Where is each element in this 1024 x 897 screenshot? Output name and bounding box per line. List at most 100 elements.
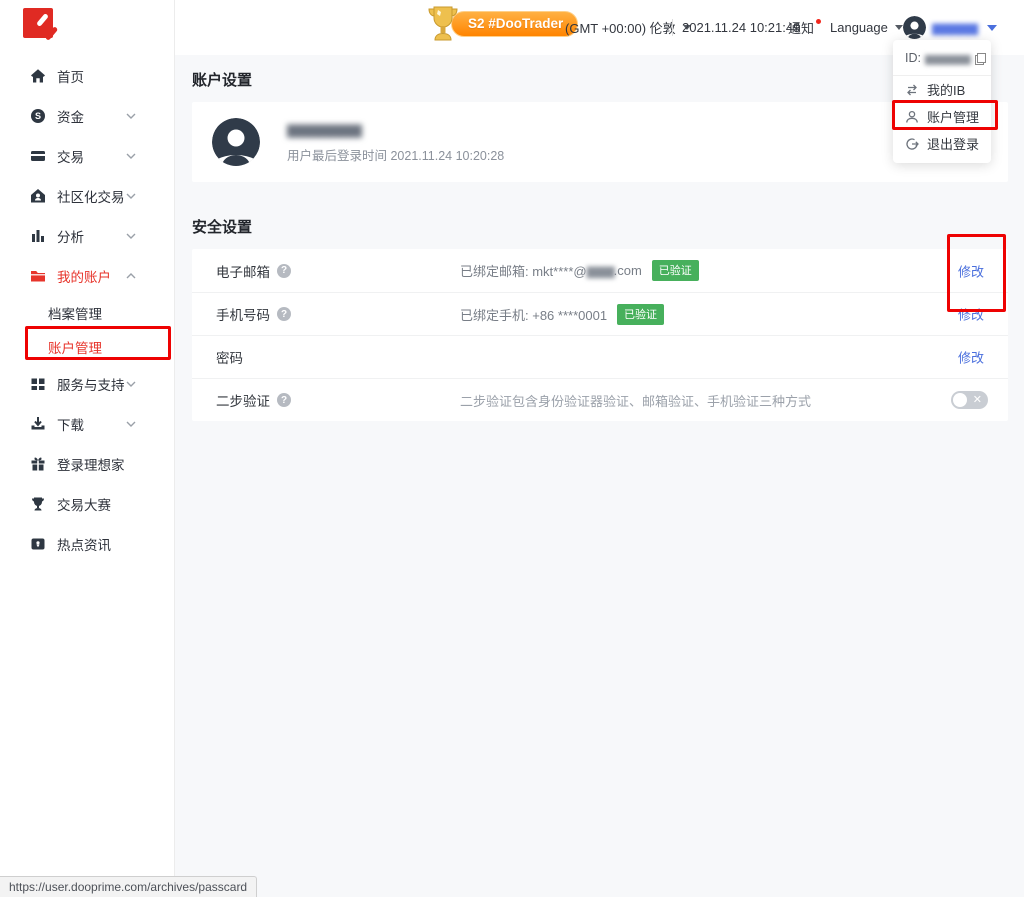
email-domain-masked: ▆▆▆ [587,263,614,279]
user-id-row: ID: ▆▆▆▆▆▆ [893,40,991,76]
chevron-down-icon [126,421,136,427]
help-icon[interactable]: ? [277,264,291,278]
sidebar-item-label: 交易大赛 [57,494,111,514]
menu-item-account-management[interactable]: 账户管理 [893,103,991,130]
folder-icon [30,268,46,284]
verified-badge: 已验证 [617,304,664,325]
help-icon[interactable]: ? [277,307,291,321]
password-modify-link[interactable]: 修改 [958,348,984,367]
sidebar-item-download[interactable]: 下载 [0,404,174,444]
sidebar-item-trading-contest[interactable]: 交易大赛 [0,484,174,524]
profile-name-masked: ▆▆▆▆▆▆▆ [287,120,504,138]
community-home-icon [30,188,46,204]
chevron-down-icon [126,153,136,159]
twofa-toggle[interactable]: ✕ [951,391,988,409]
phone-value: 已绑定手机: +86 ****0001 已验证 [460,304,664,325]
home-icon [30,68,46,84]
trophy-icon [30,496,46,512]
user-id-masked: ▆▆▆▆▆▆ [925,52,970,65]
password-label: 密码 [216,347,243,367]
contest-badge[interactable]: S2 #DooTrader [425,4,578,44]
dooprime-logo[interactable] [23,8,65,48]
menu-item-label: 退出登录 [927,134,979,153]
sidebar-item-home[interactable]: 首页 [0,56,174,96]
sidebar-item-account-management[interactable]: 账户管理 [0,330,174,364]
grid-icon [30,376,46,392]
sidebar-nav: 首页 S 资金 交易 社区化交易 分析 [0,56,174,564]
funds-icon: S [30,108,46,124]
twofa-label: 二步验证 [216,390,270,410]
sidebar-item-archives[interactable]: 档案管理 [0,296,174,330]
sidebar-item-analysis[interactable]: 分析 [0,216,174,256]
gold-trophy-icon [425,4,461,44]
notification-dot [816,19,821,24]
menu-item-my-ib[interactable]: 我的IB [893,76,991,103]
email-label: 电子邮箱 [216,261,270,281]
news-pin-icon [30,536,46,552]
swap-arrows-icon [905,83,919,97]
gift-icon [30,456,46,472]
wallet-icon [30,148,46,164]
email-modify-link[interactable]: 修改 [958,261,984,280]
sidebar-item-hot-news[interactable]: 热点资讯 [0,524,174,564]
sidebar-item-trade[interactable]: 交易 [0,136,174,176]
email-value: 已绑定邮箱: mkt****@ ▆▆▆ .com 已验证 [460,260,699,281]
phone-label: 手机号码 [216,304,270,324]
verified-badge: 已验证 [652,260,699,281]
header-divider [672,19,673,36]
language-label: Language [830,20,888,35]
sidebar-item-ideal-home[interactable]: 登录理想家 [0,444,174,484]
help-icon[interactable]: ? [277,393,291,407]
sidebar-item-community-trade[interactable]: 社区化交易 [0,176,174,216]
menu-item-logout[interactable]: 退出登录 [893,130,991,157]
notifications-button[interactable]: 通知 [788,0,819,55]
toggle-knob [953,393,967,407]
sidebar-item-label: 登录理想家 [57,454,125,474]
security-row-password: 密码 修改 [192,335,1008,378]
copy-icon[interactable] [975,53,984,64]
person-icon [905,110,919,124]
language-selector[interactable]: Language [830,0,903,55]
contest-badge-label: S2 #DooTrader [451,11,578,37]
account-settings-title: 账户设置 [192,69,1008,90]
link-preview-url: https://user.dooprime.com/archives/passc… [9,880,247,894]
sidebar-item-label: 账户管理 [48,337,102,357]
chevron-down-icon [126,113,136,119]
logout-icon [905,137,919,151]
chevron-down-icon [126,193,136,199]
notifications-label: 通知 [788,18,814,37]
chevron-up-icon [126,273,136,279]
phone-label-wrap: 手机号码 ? [216,304,460,324]
sidebar-item-services-support[interactable]: 服务与支持 [0,364,174,404]
chevron-down-icon [126,233,136,239]
svg-text:S: S [35,111,41,121]
email-label-wrap: 电子邮箱 ? [216,261,460,281]
profile-info: ▆▆▆▆▆▆▆ 用户最后登录时间 2021.11.24 10:20:28 [287,120,504,164]
phone-modify-link[interactable]: 修改 [958,305,984,324]
sidebar: 首页 S 资金 交易 社区化交易 分析 [0,0,175,897]
sidebar-item-funds[interactable]: S 资金 [0,96,174,136]
last-login-time: 用户最后登录时间 2021.11.24 10:20:28 [287,145,504,164]
server-datetime: 2021.11.24 10:21:49 [682,0,800,55]
download-icon [30,416,46,432]
browser-link-preview: https://user.dooprime.com/archives/passc… [0,876,257,897]
sidebar-item-label: 首页 [57,66,84,86]
user-menu-chevron-icon[interactable] [987,25,997,31]
timezone-label: (GMT +00:00) 伦敦 [565,18,676,37]
sidebar-item-label: 分析 [57,226,84,246]
main-content: 账户设置 ▆▆▆▆▆▆▆ 用户最后登录时间 2021.11.24 10:20:2… [175,55,1024,897]
user-id-label: ID: [905,51,921,65]
chevron-down-icon [895,25,903,30]
profile-card: ▆▆▆▆▆▆▆ 用户最后登录时间 2021.11.24 10:20:28 [192,102,1008,182]
security-row-2fa: 二步验证 ? 二步验证包含身份验证器验证、邮箱验证、手机验证三种方式 ✕ [192,378,1008,421]
sidebar-item-label: 服务与支持 [57,374,125,394]
security-row-phone: 手机号码 ? 已绑定手机: +86 ****0001 已验证 修改 [192,292,1008,335]
sidebar-item-label: 下载 [57,414,84,434]
security-row-email: 电子邮箱 ? 已绑定邮箱: mkt****@ ▆▆▆ .com 已验证 修改 [192,249,1008,292]
toggle-off-x-icon: ✕ [973,392,982,408]
password-label-wrap: 密码 [216,347,460,367]
bar-chart-icon [30,228,46,244]
user-avatar[interactable] [903,16,926,39]
sidebar-item-my-account[interactable]: 我的账户 [0,256,174,296]
sidebar-item-label: 资金 [57,106,84,126]
